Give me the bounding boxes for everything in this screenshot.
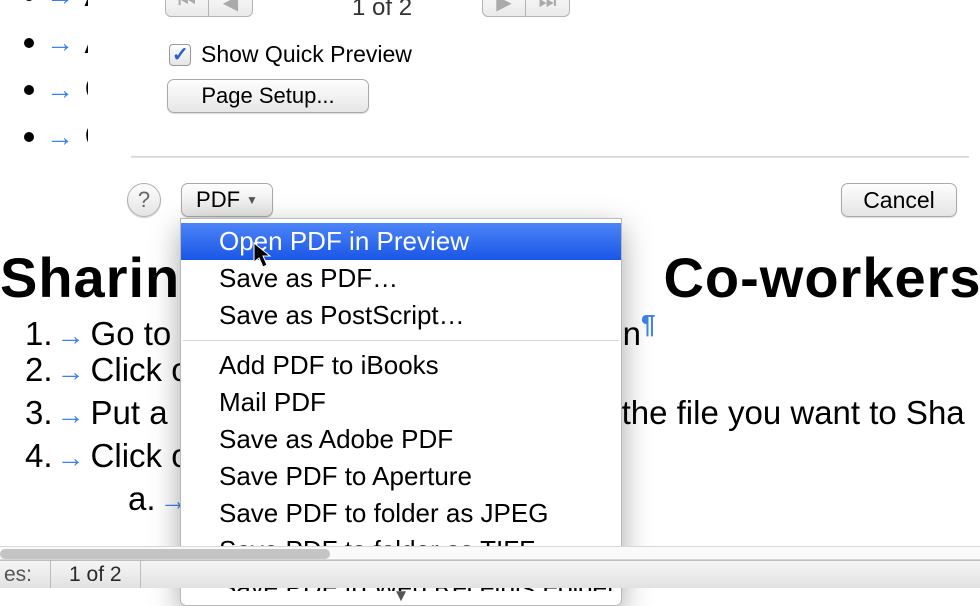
chevron-down-icon[interactable]: ▼ — [181, 589, 621, 601]
page-indicator: 1 of 2 — [352, 0, 412, 22]
divider — [131, 156, 969, 158]
status-segment: es: — [0, 561, 51, 588]
prev-page-button[interactable]: ◀ — [209, 0, 253, 17]
check-icon: ✓ — [172, 42, 189, 67]
horizontal-scrollbar[interactable] — [0, 546, 980, 560]
arrow-icon: → — [57, 320, 85, 351]
checkbox[interactable]: ✓ — [169, 44, 191, 66]
cancel-button[interactable]: Cancel — [841, 183, 957, 217]
menu-item-save-folder-jpeg[interactable]: Save PDF to folder as JPEG — [181, 495, 621, 532]
menu-item-save-adobe-pdf[interactable]: Save as Adobe PDF — [181, 421, 621, 458]
arrow-icon: → — [46, 0, 75, 12]
pdf-label: PDF — [196, 187, 240, 213]
page-nav-group: ⏮ ◀ — [165, 0, 253, 17]
menu-item-save-as-pdf[interactable]: Save as PDF… — [181, 260, 621, 297]
arrow-icon: → — [57, 356, 85, 387]
arrow-icon: → — [46, 74, 75, 106]
show-quick-preview-label: Show Quick Preview — [201, 41, 412, 68]
first-page-button[interactable]: ⏮ — [165, 0, 209, 17]
menu-item-add-to-ibooks[interactable]: Add PDF to iBooks — [181, 347, 621, 384]
pdf-dropdown-button[interactable]: PDF ▼ — [181, 183, 273, 217]
pilcrow-icon: ¶ — [641, 309, 655, 339]
help-button[interactable]: ? — [127, 183, 161, 217]
arrow-icon: → — [46, 121, 75, 153]
menu-item-open-pdf-preview[interactable]: Open PDF in Preview — [181, 223, 621, 260]
page-setup-button[interactable]: Page Setup... — [167, 79, 369, 113]
menu-item-save-as-postscript[interactable]: Save as PostScript… — [181, 297, 621, 334]
show-quick-preview-row[interactable]: ✓ Show Quick Preview — [169, 41, 412, 68]
page-nav-group: ▶ ⏭ — [482, 0, 570, 17]
menu-item-save-to-aperture[interactable]: Save PDF to Aperture — [181, 458, 621, 495]
status-pages: 1 of 2 — [51, 561, 141, 588]
menu-item-mail-pdf[interactable]: Mail PDF — [181, 384, 621, 421]
last-page-button[interactable]: ⏭ — [526, 0, 570, 17]
arrow-icon: → — [57, 399, 85, 430]
scrollbar-thumb[interactable] — [0, 549, 330, 559]
menu-separator — [183, 340, 619, 341]
chevron-down-icon: ▼ — [246, 193, 258, 207]
arrow-icon: → — [46, 27, 75, 59]
status-bar: es: 1 of 2 — [0, 560, 980, 588]
print-dialog: ⏮ ◀ 1 of 2 ▶ ⏭ ✓ Show Quick Preview Page… — [88, 0, 980, 230]
arrow-icon: → — [57, 442, 85, 473]
next-page-button[interactable]: ▶ — [482, 0, 526, 17]
